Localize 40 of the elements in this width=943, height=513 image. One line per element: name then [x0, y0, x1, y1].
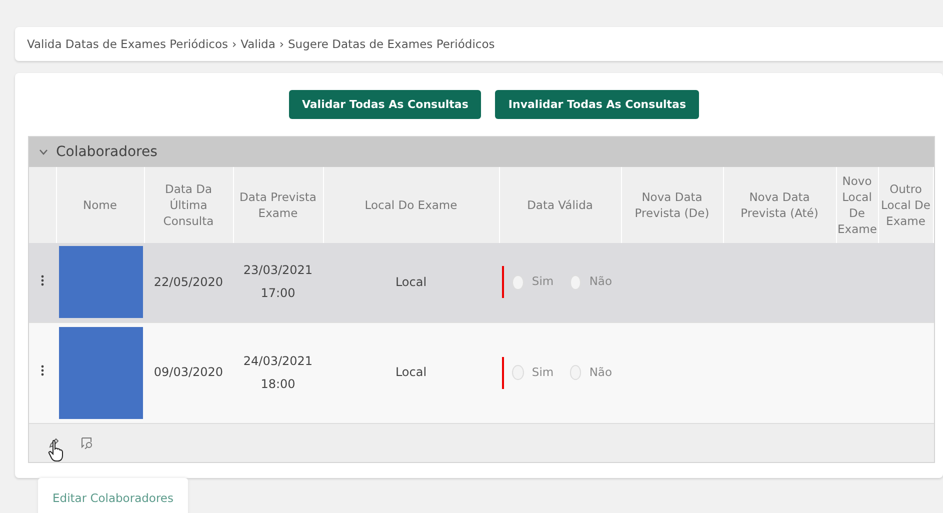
radio-label: Não [589, 364, 612, 381]
radio-label: Não [589, 273, 612, 290]
breadcrumb-separator: › [232, 37, 237, 51]
action-button[interactable]: Validar Todas As Consultas [288, 90, 482, 119]
column-header: Nome [83, 198, 117, 212]
column-header: Local Do Exame [364, 198, 458, 212]
column-header: Novo Local De Exame [838, 174, 877, 236]
table-cell: 22/05/2020 [154, 274, 224, 289]
breadcrumb-item[interactable]: Valida [240, 37, 276, 51]
more-icon[interactable] [41, 274, 44, 286]
table-cell-text: 17:00 [260, 285, 296, 302]
column-header: Nova Data Prevista (Até) [740, 190, 818, 220]
breadcrumb-item: Sugere Datas de Exames Periódicos [288, 37, 495, 51]
radio-label: Sim [532, 273, 554, 290]
hand-cursor-icon [48, 440, 64, 462]
table-cell: 09/03/2020 [154, 365, 224, 380]
action-button[interactable]: Invalidar Todas As Consultas [495, 90, 700, 119]
column-header: Data Válida [527, 198, 593, 212]
radio-button[interactable] [570, 274, 582, 290]
table-cell-text: 18:00 [260, 376, 296, 392]
radio-button[interactable] [512, 365, 524, 380]
column-header: Outro Local De Exame [881, 182, 930, 228]
table-cell-text: 24/03/2021 [242, 352, 314, 370]
chevron-icon[interactable] [39, 149, 48, 155]
column-header: Data Da Última Consulta [163, 182, 214, 228]
radio-label: Sim [532, 364, 554, 381]
radio-button[interactable] [570, 365, 582, 380]
panel-title: Colaboradores [56, 144, 158, 160]
breadcrumb-separator: › [279, 37, 284, 51]
tooltip: Editar Colaboradores [38, 478, 188, 513]
more-icon[interactable] [41, 365, 44, 376]
table-cell-text: 23/03/2021 [242, 262, 314, 280]
breadcrumb-item[interactable]: Valida Datas de Exames Periódicos [27, 37, 228, 51]
table-cell: Local [395, 365, 427, 380]
column-header: Data Prevista Exame [240, 190, 316, 220]
radio-button[interactable] [512, 274, 524, 290]
edit-icon[interactable] [49, 438, 59, 448]
table-cell: Local [395, 274, 427, 289]
column-header: Nova Data Prevista (De) [634, 190, 710, 220]
search-icon[interactable] [81, 436, 94, 448]
